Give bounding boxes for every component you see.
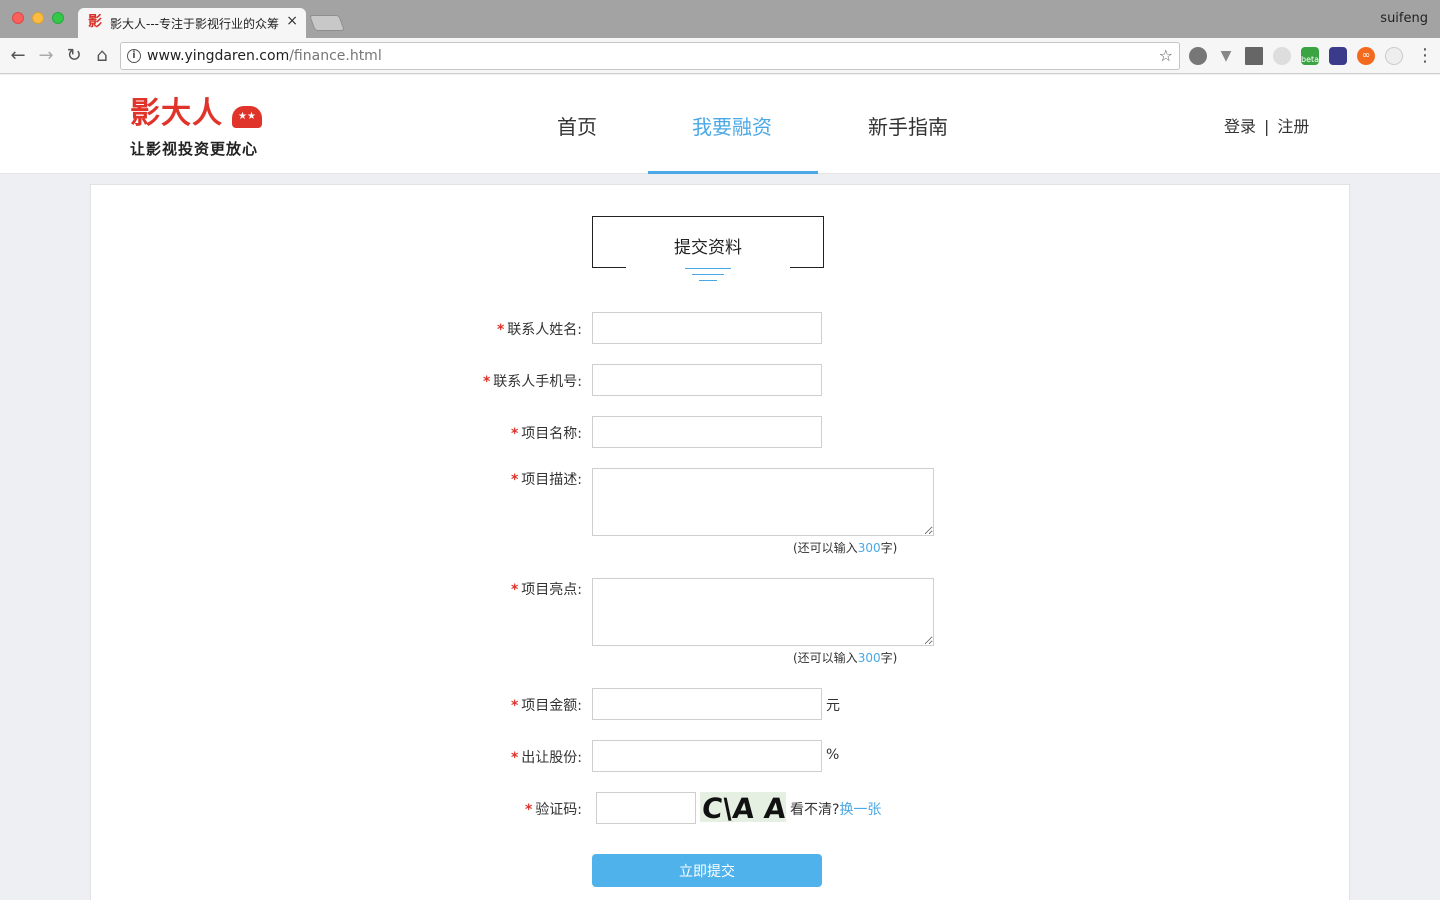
browser-toolbar: ← → ↻ ⌂ i www.yingdaren.com/finance.html… (0, 38, 1440, 74)
captcha-input[interactable] (596, 792, 696, 824)
captcha-refresh-link[interactable]: 换一张 (839, 802, 881, 818)
highlights-char-counter: (还可以输入300字) (793, 649, 897, 666)
captcha-hint-text: 看不清? (790, 802, 840, 818)
login-link[interactable]: 登录 (1224, 117, 1256, 136)
extension-vue-icon[interactable]: ▼ (1217, 47, 1235, 65)
project-highlights-label: * 项目亮点: (511, 579, 582, 599)
section-title: 提交资料 (674, 238, 742, 258)
new-tab-button[interactable] (309, 15, 345, 31)
section-title-box: 提交资料 (592, 216, 824, 268)
logo-text: 影大人 (130, 96, 223, 131)
project-description-textarea[interactable] (592, 468, 934, 536)
required-mark: * (524, 802, 533, 818)
browser-tab[interactable]: 影 影大人---专注于影视行业的众筹 × (78, 8, 306, 38)
title-decoration-line (692, 274, 724, 275)
register-link[interactable]: 注册 (1277, 117, 1309, 136)
contact-phone-input[interactable] (592, 364, 822, 396)
site-header: 影大人 ★★ 让影视投资更放心 首页 我要融资 新手指南 登录 | 注册 (0, 75, 1440, 174)
label-text: 项目名称: (521, 426, 582, 442)
logo-badge: ★★ (232, 106, 262, 128)
required-mark: * (510, 698, 519, 714)
title-decoration-line (685, 268, 731, 269)
counter-number: 300 (857, 651, 881, 665)
maximize-window-button[interactable] (52, 12, 64, 24)
extension-infinity-icon[interactable]: ∞ (1357, 47, 1375, 65)
address-url[interactable]: www.yingdaren.com/finance.html (147, 48, 382, 64)
captcha-image[interactable]: C\A A (700, 792, 786, 822)
minimize-window-button[interactable] (32, 12, 44, 24)
counter-prefix: (还可以输入 (793, 651, 858, 665)
equity-unit: % (826, 747, 840, 763)
extension-1-icon[interactable] (1189, 47, 1207, 65)
equity-share-label: * 出让股份: (511, 747, 582, 767)
tab-close-icon[interactable]: × (286, 13, 298, 29)
url-domain: www.yingdaren.com (147, 48, 290, 64)
site-logo[interactable]: 影大人 ★★ 让影视投资更放心 (128, 88, 268, 160)
project-amount-input[interactable] (592, 688, 822, 720)
extension-qr-icon[interactable] (1245, 47, 1263, 65)
address-bar[interactable]: i www.yingdaren.com/finance.html ☆ (120, 42, 1180, 70)
project-name-input[interactable] (592, 416, 822, 448)
project-name-label: * 项目名称: (511, 423, 582, 443)
required-mark: * (510, 426, 519, 442)
counter-prefix: (还可以输入 (793, 541, 858, 555)
extension-8-icon[interactable] (1385, 47, 1403, 65)
extension-beta-icon[interactable]: beta (1301, 47, 1319, 65)
label-text: 联系人姓名: (507, 322, 582, 338)
project-highlights-textarea[interactable] (592, 578, 934, 646)
extension-4-icon[interactable] (1273, 47, 1291, 65)
logo-slogan: 让影视投资更放心 (130, 140, 259, 158)
label-text: 联系人手机号: (493, 374, 582, 390)
home-icon[interactable]: ⌂ (90, 44, 114, 68)
info-icon[interactable]: i (127, 49, 141, 63)
captcha-hint: 看不清?换一张 (790, 799, 881, 819)
required-mark: * (510, 472, 519, 488)
required-mark: * (510, 582, 519, 598)
label-text: 项目亮点: (521, 582, 582, 598)
back-arrow-icon[interactable]: ← (6, 44, 30, 68)
label-text: 出让股份: (521, 750, 582, 766)
url-path: /finance.html (289, 48, 382, 64)
label-text: 项目金额: (521, 698, 582, 714)
title-decoration-line (699, 280, 717, 281)
menu-dots-icon[interactable]: ⋮ (1416, 45, 1434, 66)
profile-name[interactable]: suifeng (1380, 11, 1428, 26)
tab-title: 影大人---专注于影视行业的众筹 (110, 17, 279, 31)
captcha-label: * 验证码: (525, 799, 582, 819)
contact-name-label: * 联系人姓名: (497, 319, 582, 339)
required-mark: * (482, 374, 491, 390)
forward-arrow-icon[interactable]: → (34, 44, 58, 68)
project-amount-label: * 项目金额: (511, 695, 582, 715)
site-favicon-icon: 影 (88, 14, 102, 30)
auth-links: 登录 | 注册 (1224, 113, 1309, 137)
bookmark-star-icon[interactable]: ☆ (1159, 46, 1173, 65)
contact-phone-label: * 联系人手机号: (483, 371, 582, 391)
captcha-image-text: C\A A (700, 792, 786, 822)
project-description-label: * 项目描述: (511, 469, 582, 489)
browser-titlebar: 影 影大人---专注于影视行业的众筹 × suifeng (0, 0, 1440, 38)
submit-button[interactable]: 立即提交 (592, 854, 822, 887)
required-mark: * (496, 322, 505, 338)
nav-guide[interactable]: 新手指南 (868, 111, 948, 140)
nav-home[interactable]: 首页 (557, 111, 597, 140)
auth-separator: | (1264, 117, 1270, 136)
equity-share-input[interactable] (592, 740, 822, 772)
counter-number: 300 (857, 541, 881, 555)
nav-finance[interactable]: 我要融资 (692, 111, 772, 140)
finance-form-panel: 提交资料 * 联系人姓名: * 联系人手机号: * 项目名称: * 项目描述: (还可以… (90, 184, 1350, 900)
counter-suffix: 字) (880, 541, 898, 555)
label-text: 项目描述: (521, 472, 582, 488)
extension-6-icon[interactable] (1329, 47, 1347, 65)
counter-suffix: 字) (880, 651, 898, 665)
label-text: 验证码: (535, 802, 582, 818)
description-char-counter: (还可以输入300字) (793, 539, 897, 556)
active-nav-indicator (648, 171, 818, 174)
required-mark: * (510, 750, 519, 766)
amount-unit: 元 (826, 698, 840, 714)
reload-icon[interactable]: ↻ (62, 44, 86, 68)
contact-name-input[interactable] (592, 312, 822, 344)
close-window-button[interactable] (12, 12, 24, 24)
